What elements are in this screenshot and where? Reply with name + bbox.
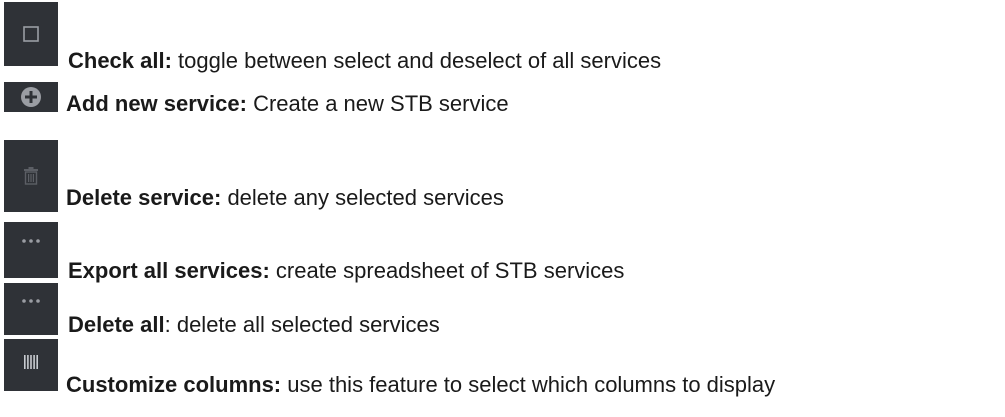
legend-text: Export all services: create spreadsheet … (68, 259, 624, 283)
legend-label: Check all: (68, 48, 172, 73)
legend-text: Customize columns: use this feature to s… (66, 373, 775, 397)
delete-all-button[interactable] (4, 283, 58, 335)
legend-text: Check all: toggle between select and des… (68, 49, 661, 73)
customize-columns-button[interactable] (4, 339, 58, 391)
legend-description: delete any selected services (221, 185, 504, 210)
legend-description: Create a new STB service (246, 91, 509, 116)
trash-icon (23, 167, 39, 185)
export-services-button[interactable] (4, 222, 58, 278)
more-dots-icon (21, 298, 41, 304)
legend-text: Add new service: Create a new STB servic… (66, 92, 509, 116)
legend-item-check-all: Check all: toggle between select and des… (4, 2, 1004, 73)
legend-item-customize-columns: Customize columns: use this feature to s… (4, 339, 1004, 399)
check-all-button[interactable] (4, 2, 58, 66)
add-service-button[interactable] (4, 82, 58, 112)
legend-description: create spreadsheet of STB services (269, 258, 625, 283)
checkbox-icon (22, 25, 40, 43)
legend-description: toggle between select and deselect of al… (171, 48, 662, 73)
delete-service-button[interactable] (4, 140, 58, 212)
columns-icon (23, 355, 39, 369)
legend-label: Add new service: (66, 91, 247, 116)
legend-description: : delete all selected services (164, 312, 440, 337)
legend-label: Customize columns: (66, 372, 282, 397)
legend-item-delete-all: Delete all: delete all selected services (4, 283, 1004, 343)
legend-label: Delete all (68, 312, 165, 337)
legend-item-export-all-services: Export all services: create spreadsheet … (4, 222, 1004, 283)
legend-label: Delete service: (66, 185, 222, 210)
legend-item-add-new-service: Add new service: Create a new STB servic… (4, 82, 1004, 142)
more-dots-icon (21, 238, 41, 244)
plus-circle-icon (20, 86, 42, 108)
legend-label: Export all services: (68, 258, 270, 283)
legend-text: Delete all: delete all selected services (68, 313, 440, 337)
legend-text: Delete service: delete any selected serv… (66, 186, 504, 210)
legend-item-delete-service: Delete service: delete any selected serv… (4, 140, 1004, 212)
legend-description: use this feature to select which columns… (281, 372, 776, 397)
